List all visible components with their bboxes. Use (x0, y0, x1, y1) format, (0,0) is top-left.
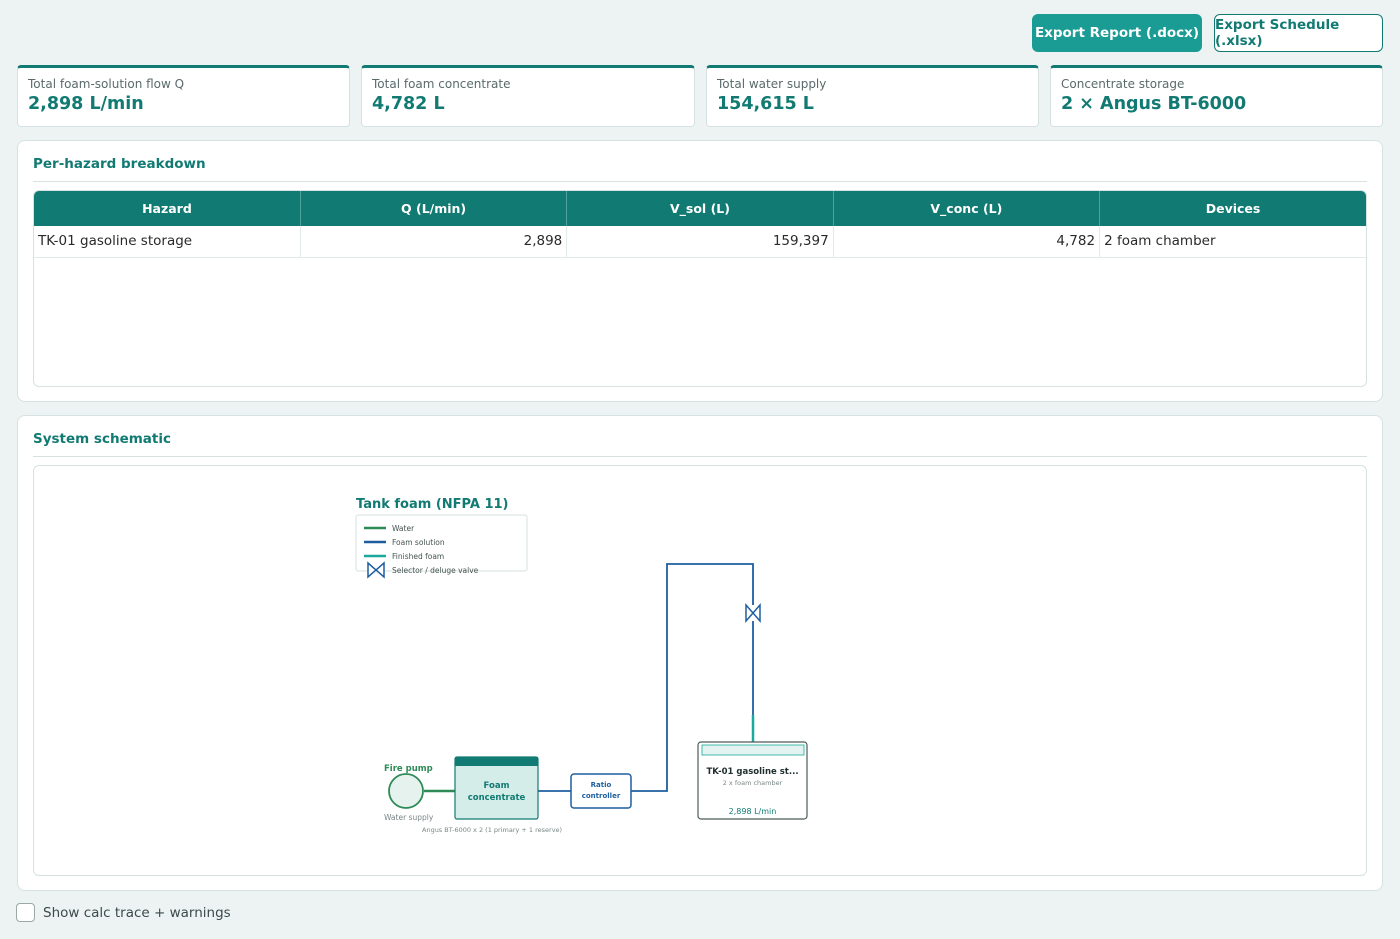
column-header-hazard[interactable]: Hazard (34, 191, 301, 226)
divider (33, 456, 1367, 457)
export-report-button[interactable]: Export Report (.docx) (1032, 14, 1202, 52)
metric-value: 2 × Angus BT-6000 (1061, 94, 1247, 114)
tank-flow: 2,898 L/min (729, 807, 777, 816)
calc-trace-checkbox[interactable] (16, 903, 35, 922)
foam-concentrate-tank[interactable]: Foam concentrate (454, 756, 539, 820)
schematic-canvas: Tank foam (NFPA 11) Water Foam solution … (33, 465, 1367, 876)
deluge-valve-icon[interactable] (745, 603, 761, 623)
metric-value: 154,615 L (717, 94, 814, 114)
column-header-v-sol[interactable]: V_sol (L) (566, 191, 834, 226)
calc-trace-label[interactable]: Show calc trace + warnings (43, 905, 231, 921)
panel-title: System schematic (33, 431, 171, 447)
column-header-q[interactable]: Q (L/min) (300, 191, 568, 226)
metric-card-water: Total water supply 154,615 L (706, 65, 1039, 127)
legend-foam-solution-label: Foam solution (392, 538, 445, 547)
ratio-label-line1: Ratio (591, 781, 612, 789)
concentrate-label-line1: Foam (484, 781, 510, 791)
concentrate-note: Angus BT-6000 x 2 (1 primary + 1 reserve… (422, 826, 562, 834)
tank-name: TK-01 gasoline st... (706, 767, 798, 777)
tank-tk01[interactable]: TK-01 gasoline st... 2 x foam chamber 2,… (697, 741, 808, 820)
divider (33, 181, 1367, 182)
metric-label: Total foam concentrate (372, 77, 511, 91)
metric-label: Total water supply (717, 77, 827, 91)
breakdown-panel: Per-hazard breakdown Hazard Q (L/min) V_… (17, 140, 1383, 402)
metric-card-flow: Total foam-solution flow Q 2,898 L/min (17, 65, 350, 127)
schematic-diagram: Tank foam (NFPA 11) Water Foam solution … (355, 497, 808, 834)
legend-valve-label: Selector / deluge valve (392, 566, 479, 575)
legend: Water Foam solution Finished foam Select… (355, 514, 528, 579)
fire-pump-icon[interactable] (388, 773, 424, 809)
panel-title: Per-hazard breakdown (33, 156, 206, 172)
fire-pump-label: Fire pump (384, 764, 433, 774)
metric-value: 2,898 L/min (28, 94, 144, 114)
cell-q: 2,898 (300, 226, 568, 258)
metric-label: Concentrate storage (1061, 77, 1185, 91)
metric-card-storage: Concentrate storage 2 × Angus BT-6000 (1050, 65, 1383, 127)
tank-devices: 2 x foam chamber (723, 779, 783, 787)
column-header-v-conc[interactable]: V_conc (L) (833, 191, 1101, 226)
cell-v-conc: 4,782 (833, 226, 1101, 258)
metric-label: Total foam-solution flow Q (28, 77, 185, 91)
concentrate-label-line2: concentrate (468, 793, 526, 803)
water-supply-label: Water supply (384, 813, 434, 822)
legend-finished-foam-label: Finished foam (392, 552, 444, 561)
table-row: TK-01 gasoline storage 2,898 159,397 4,7… (34, 226, 1366, 258)
column-header-devices[interactable]: Devices (1099, 191, 1366, 226)
breakdown-table: Hazard Q (L/min) V_sol (L) V_conc (L) De… (34, 191, 1366, 258)
breakdown-table-container: Hazard Q (L/min) V_sol (L) V_conc (L) De… (33, 190, 1367, 387)
cell-v-sol: 159,397 (566, 226, 834, 258)
legend-water-label: Water (392, 524, 415, 533)
ratio-controller[interactable]: Ratio controller (570, 773, 632, 809)
metric-value: 4,782 L (372, 94, 445, 114)
cell-hazard: TK-01 gasoline storage (34, 226, 301, 258)
calc-trace-toggle[interactable]: Show calc trace + warnings (16, 903, 231, 922)
metric-card-concentrate: Total foam concentrate 4,782 L (361, 65, 695, 127)
table-header-row: Hazard Q (L/min) V_sol (L) V_conc (L) De… (34, 191, 1366, 226)
schematic-panel: System schematic Tank foam (NFPA 11) Wat… (17, 415, 1383, 891)
export-schedule-button[interactable]: Export Schedule (.xlsx) (1214, 14, 1383, 52)
cell-devices: 2 foam chamber (1099, 226, 1366, 258)
ratio-label-line2: controller (582, 792, 621, 800)
diagram-title: Tank foam (NFPA 11) (356, 497, 508, 512)
